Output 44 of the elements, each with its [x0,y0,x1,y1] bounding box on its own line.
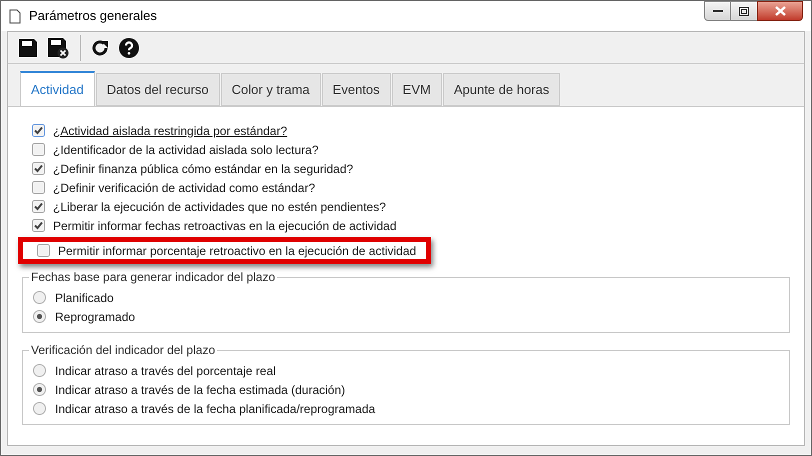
group-title: Fechas base para generar indicador del plazo [30,269,276,286]
checkbox[interactable] [32,181,45,194]
refresh-icon[interactable] [90,38,110,58]
close-button[interactable] [757,1,803,21]
radio-button[interactable] [33,291,46,304]
maximize-button[interactable] [731,1,757,21]
help-icon[interactable] [119,38,139,58]
checkbox[interactable] [37,244,50,257]
checkbox-label: ¿Definir finanza pública cómo estándar en la seguridad? [53,160,354,178]
radio-label: Indicar atraso a través del porcentaje real [55,362,276,380]
document-icon [9,8,21,24]
checkbox-label: ¿Identificador de la actividad aislada solo lectura? [53,142,318,158]
tab[interactable]: Color y trama [220,73,321,106]
checkbox-label: Permitir informar porcentaje retroactivo en la ejecución de actividad [58,242,416,260]
checkbox[interactable] [32,124,45,137]
checkbox-label: ¿Liberar la ejecución de actividades que no estén pendientes? [53,198,386,216]
minimize-button[interactable] [704,1,731,21]
tab[interactable]: EVM [392,73,442,106]
checkbox[interactable] [32,219,45,232]
checkbox-label: ¿Definir verificación de actividad como estándar? [53,180,316,196]
radio-label: Planificado [55,290,114,306]
save-icon[interactable] [18,38,38,58]
maximize-icon [739,6,749,16]
checkbox[interactable] [32,162,45,175]
checkbox[interactable] [32,200,45,213]
checkbox-label: Permitir informar fechas retroactivas en la ejecución de actividad [53,218,396,234]
save-close-icon[interactable] [47,36,69,58]
window-title: Parámetros generales [29,7,157,26]
minimize-icon [712,9,722,13]
tab[interactable]: Apunte de horas [442,73,560,106]
radio-label: Reprogramado [55,308,136,326]
radio-button[interactable] [33,310,46,323]
tab[interactable]: Actividad [20,71,95,107]
radio-button[interactable] [33,383,46,396]
group-title: Verificación del indicador del plazo [30,342,216,359]
checkbox[interactable] [32,143,45,156]
checkbox-label: ¿Actividad aislada restringida por estándar? [53,122,288,140]
radio-button[interactable] [33,402,46,415]
radio-button[interactable] [33,364,46,377]
radio-label: Indicar atraso a través de la fecha estimada (duración) [55,382,346,398]
close-icon [774,6,786,16]
tab[interactable]: Eventos [322,73,391,106]
tab[interactable]: Datos del recurso [96,73,220,106]
radio-label: Indicar atraso a través de la fecha planificada/reprogramada [55,400,376,418]
